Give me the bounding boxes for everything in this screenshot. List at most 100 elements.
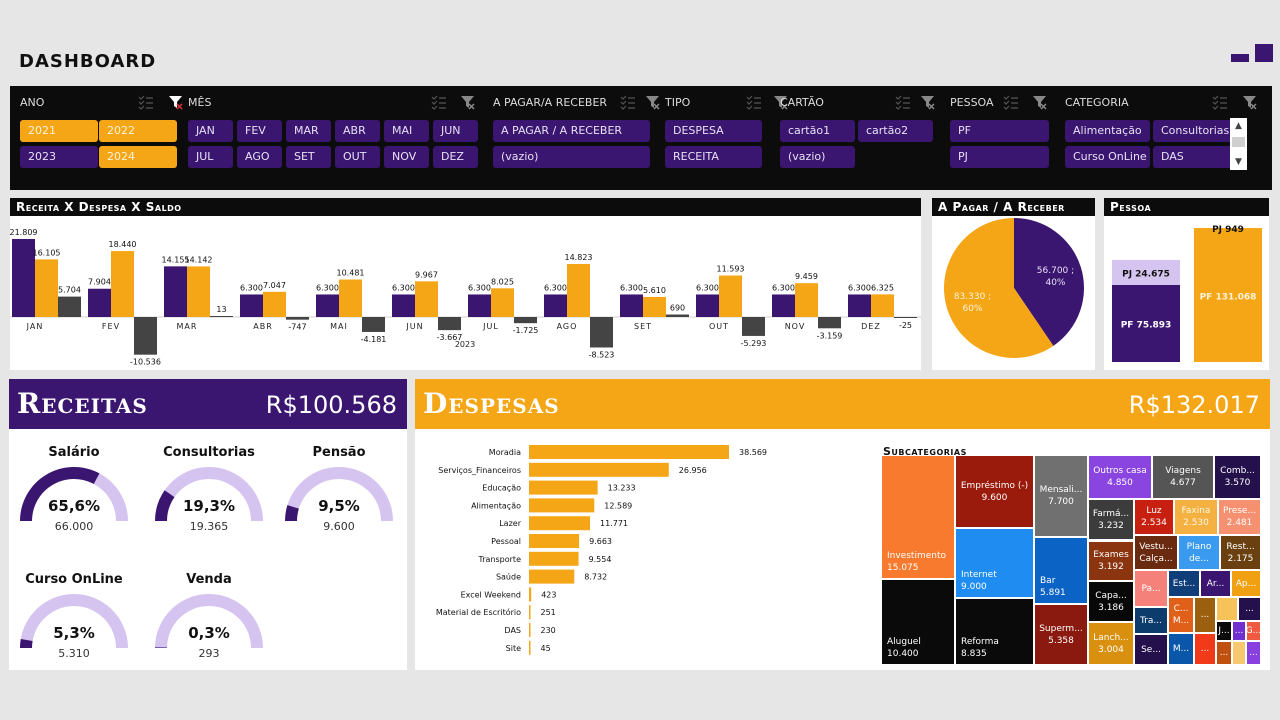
bar-saldo[interactable] [134, 317, 157, 355]
bar[interactable] [529, 640, 531, 655]
slicer-mes-option[interactable]: FEV [237, 120, 282, 142]
bar-saldo[interactable] [514, 317, 537, 324]
bar-despesa[interactable] [415, 281, 438, 317]
treemap-tile[interactable] [1233, 642, 1245, 664]
bar[interactable] [529, 551, 579, 566]
treemap-tile[interactable]: Exames 3.192 [1089, 542, 1133, 580]
treemap-tile[interactable]: Luz 2.534 [1135, 500, 1173, 534]
bar[interactable] [529, 480, 598, 495]
multi-select-icon[interactable] [620, 94, 636, 110]
scroll-thumb[interactable] [1232, 137, 1245, 147]
multi-select-icon[interactable] [1003, 94, 1019, 110]
treemap-tile[interactable]: J... [1217, 622, 1231, 640]
bar-receita[interactable] [620, 294, 643, 317]
treemap-tile[interactable]: ... [1195, 634, 1215, 664]
slicer-ano-option[interactable]: 2021 [20, 120, 98, 142]
bar[interactable] [529, 462, 669, 477]
slicer-ano-option[interactable]: 2022 [99, 120, 177, 142]
slicer-pessoa-option[interactable]: PF [950, 120, 1049, 142]
scroll-up-icon[interactable]: ▲ [1230, 119, 1247, 133]
categoria-scrollbar[interactable]: ▲ ▼ [1230, 118, 1247, 170]
treemap-tile[interactable]: ... [1195, 598, 1215, 632]
bar-despesa[interactable] [111, 251, 134, 317]
bar[interactable] [529, 605, 531, 620]
slicer-mes-option[interactable]: SET [286, 146, 331, 168]
bar-despesa[interactable] [491, 288, 514, 317]
treemap-tile[interactable]: Empréstimo (-) 9.600 [956, 456, 1033, 527]
multi-select-icon[interactable] [431, 94, 447, 110]
multi-select-icon[interactable] [138, 94, 154, 110]
bar[interactable] [529, 569, 575, 584]
bar-saldo[interactable] [894, 317, 917, 318]
treemap-tile[interactable] [1217, 598, 1237, 620]
slicer-cartao-option[interactable]: cartão2 [858, 120, 933, 142]
treemap-tile[interactable]: Plano de... [1179, 536, 1219, 569]
treemap-tile[interactable]: Tra... [1135, 608, 1167, 633]
slicer-categoria-option[interactable]: Curso OnLine [1065, 146, 1150, 168]
slicer-tipo-option[interactable]: RECEITA [665, 146, 762, 168]
clear-filter-icon[interactable] [1032, 94, 1048, 110]
slicer-tipo-option[interactable]: DESPESA [665, 120, 762, 142]
slicer-ano-option[interactable]: 2024 [99, 146, 177, 168]
bar-saldo[interactable] [286, 317, 309, 320]
clear-filter-icon[interactable] [460, 94, 476, 110]
treemap-tile[interactable]: Se... [1135, 635, 1167, 664]
bar[interactable] [529, 623, 531, 637]
bar-despesa[interactable] [643, 296, 666, 317]
bar-receita[interactable] [848, 294, 871, 317]
bar-saldo[interactable] [58, 296, 81, 317]
bar-despesa[interactable] [35, 259, 58, 317]
treemap-tile[interactable]: Ar... [1201, 571, 1230, 596]
treemap-tile[interactable]: Bar 5.891 [1035, 538, 1087, 603]
treemap-tile[interactable]: ... [1217, 642, 1231, 664]
treemap-tile[interactable]: Superm... 5.358 [1035, 605, 1087, 664]
slicer-mes-option[interactable]: DEZ [433, 146, 478, 168]
bar-receita[interactable] [88, 288, 111, 317]
bar[interactable] [529, 445, 729, 459]
multi-select-icon[interactable] [746, 94, 762, 110]
bar-despesa[interactable] [871, 294, 894, 317]
treemap-tile[interactable]: Est... [1169, 571, 1199, 596]
treemap-tile[interactable]: ... [1233, 622, 1245, 640]
scroll-down-icon[interactable]: ▼ [1230, 155, 1247, 169]
treemap-tile[interactable]: Internet 9.000 [956, 529, 1033, 597]
slicer-mes-option[interactable]: MAI [384, 120, 429, 142]
bar[interactable] [529, 498, 595, 513]
bar-saldo[interactable] [666, 314, 689, 317]
treemap-tile[interactable]: G... [1247, 622, 1260, 640]
bar-despesa[interactable] [187, 266, 210, 317]
treemap-tile[interactable]: Reforma 8.835 [956, 599, 1033, 664]
treemap-tile[interactable]: ... [1247, 642, 1260, 664]
treemap-tile[interactable]: Capa... 3.186 [1089, 582, 1133, 621]
bar-receita[interactable] [164, 266, 187, 317]
slicer-categoria-option[interactable]: DAS [1153, 146, 1238, 168]
bar-despesa[interactable] [567, 263, 590, 317]
bar-saldo[interactable] [818, 317, 841, 329]
multi-select-icon[interactable] [895, 94, 911, 110]
bar-saldo[interactable] [438, 317, 461, 331]
slicer-mes-option[interactable]: AGO [237, 146, 282, 168]
bar-despesa[interactable] [719, 275, 742, 317]
clear-filter-icon[interactable] [168, 94, 184, 110]
treemap-tile[interactable]: Vestu... Calça... [1135, 536, 1177, 569]
bar-saldo[interactable] [210, 316, 233, 317]
treemap-tile[interactable]: Rest... 2.175 [1221, 536, 1260, 569]
treemap-tile[interactable]: C... M... [1169, 598, 1193, 632]
bar-receita[interactable] [468, 294, 491, 317]
treemap-tile[interactable]: Outros casa 4.850 [1089, 456, 1151, 498]
slicer-pessoa-option[interactable]: PJ [950, 146, 1049, 168]
bar-saldo[interactable] [590, 317, 613, 348]
slicer-mes-option[interactable]: OUT [335, 146, 380, 168]
treemap-tile[interactable]: Comb... 3.570 [1215, 456, 1260, 498]
slicer-pagar-option[interactable]: A PAGAR / A RECEBER [493, 120, 650, 142]
slicer-mes-option[interactable]: NOV [384, 146, 429, 168]
slicer-categoria-option[interactable]: Alimentação [1065, 120, 1150, 142]
clear-filter-icon[interactable] [1242, 94, 1258, 110]
bar-receita[interactable] [240, 294, 263, 317]
treemap-tile[interactable]: Pa... [1135, 571, 1167, 606]
bar-despesa[interactable] [339, 279, 362, 317]
clear-filter-icon[interactable] [920, 94, 936, 110]
slicer-mes-option[interactable]: MAR [286, 120, 331, 142]
bar-despesa[interactable] [263, 291, 286, 317]
bar[interactable] [529, 534, 580, 548]
